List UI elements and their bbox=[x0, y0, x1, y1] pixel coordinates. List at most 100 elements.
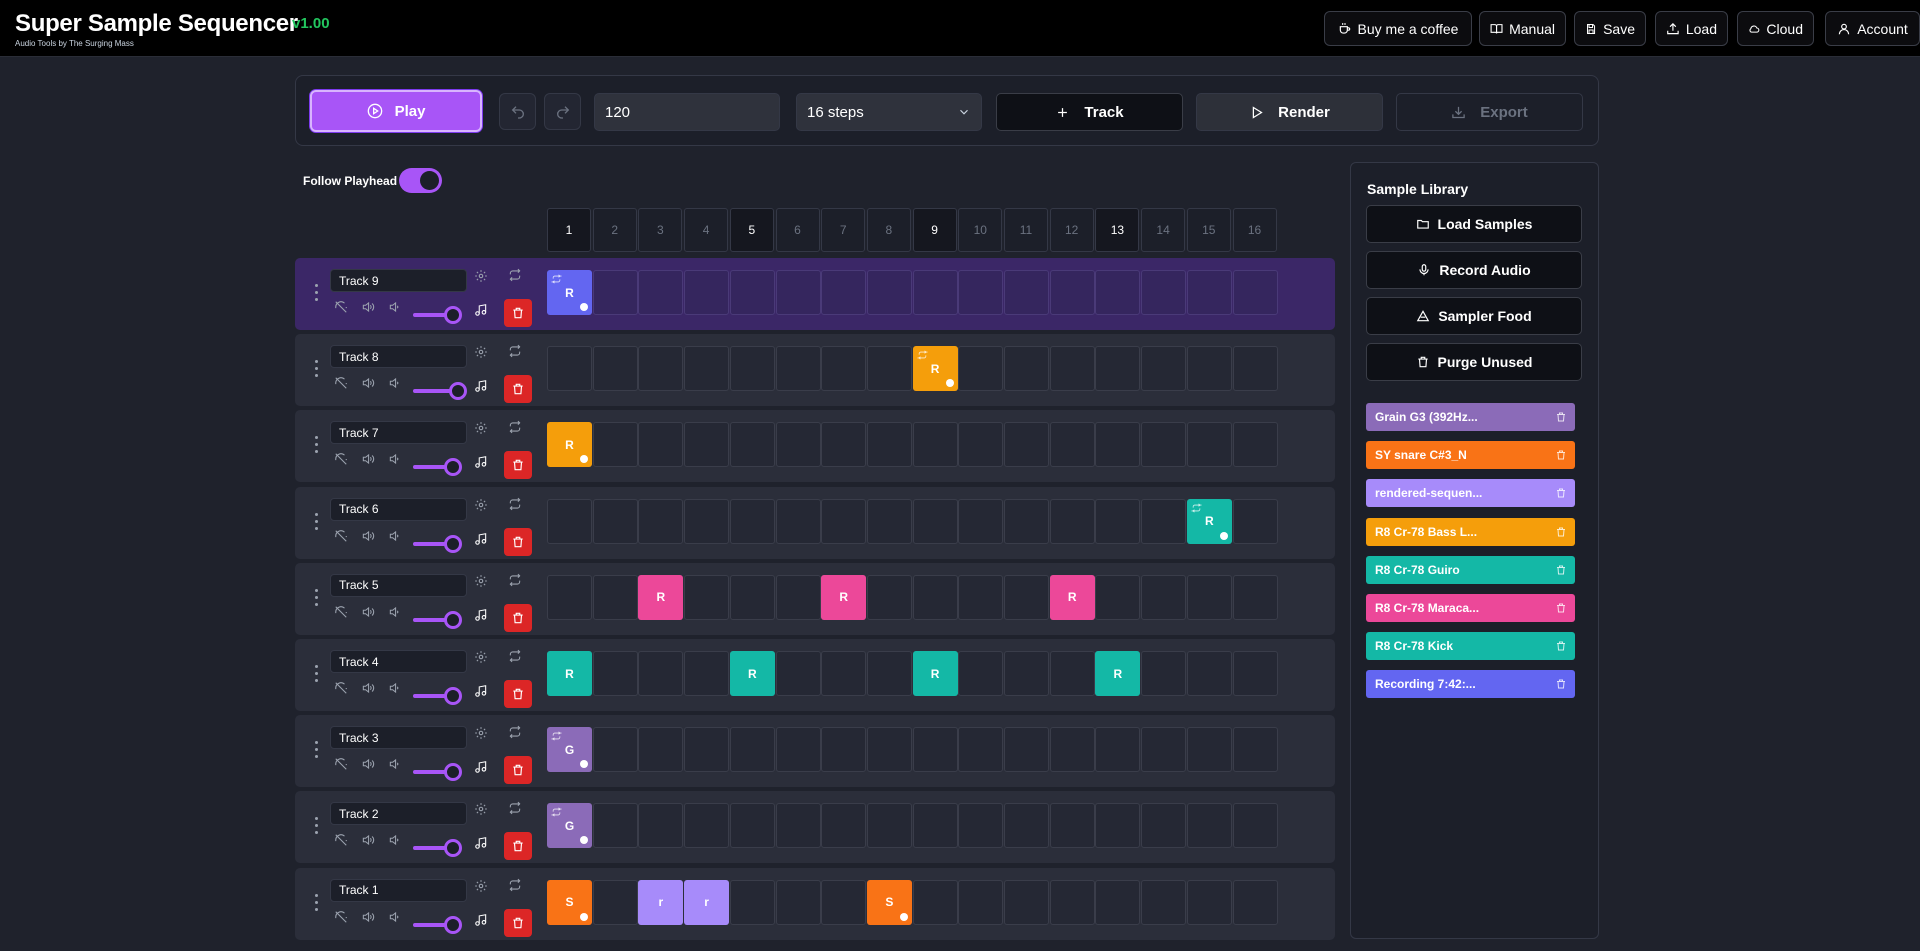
drag-handle-icon[interactable] bbox=[315, 436, 319, 456]
step-cell[interactable] bbox=[1049, 346, 1095, 392]
drag-handle-icon[interactable] bbox=[315, 284, 319, 304]
headphones-off-icon[interactable] bbox=[333, 909, 349, 925]
speaker-icon[interactable] bbox=[360, 375, 376, 391]
step-cell[interactable] bbox=[1004, 498, 1049, 544]
step-cell[interactable] bbox=[1186, 346, 1232, 392]
export-button[interactable]: Export bbox=[1396, 93, 1583, 131]
volume-slider[interactable] bbox=[413, 458, 463, 477]
step-cell[interactable] bbox=[1186, 574, 1232, 620]
volume-slider[interactable] bbox=[413, 687, 463, 705]
music-note-icon[interactable] bbox=[473, 835, 489, 851]
step-cell[interactable] bbox=[729, 346, 775, 392]
music-note-icon[interactable] bbox=[473, 912, 489, 928]
step-cell[interactable] bbox=[638, 651, 684, 696]
track-name-input[interactable] bbox=[330, 345, 467, 369]
step-cell[interactable] bbox=[1049, 879, 1095, 925]
step-cell[interactable] bbox=[775, 727, 821, 773]
step-cell[interactable] bbox=[1186, 270, 1232, 315]
step-cell[interactable] bbox=[592, 651, 638, 696]
step-note[interactable]: S bbox=[547, 879, 592, 925]
step-note[interactable]: r bbox=[638, 879, 684, 925]
step-cell[interactable] bbox=[1141, 574, 1187, 620]
speaker-icon[interactable] bbox=[360, 299, 376, 315]
step-cell[interactable] bbox=[1049, 498, 1095, 544]
manual-button[interactable]: Manual bbox=[1479, 11, 1566, 46]
step-cell[interactable] bbox=[1095, 727, 1141, 773]
step-note[interactable]: R bbox=[1186, 498, 1232, 544]
step-cell[interactable] bbox=[958, 879, 1004, 925]
step-cell[interactable] bbox=[958, 498, 1004, 544]
sample-item[interactable]: rendered-sequen... bbox=[1366, 479, 1575, 508]
loop-icon[interactable] bbox=[507, 343, 523, 359]
music-note-icon[interactable] bbox=[473, 759, 489, 775]
step-cell[interactable] bbox=[958, 727, 1004, 773]
headphones-off-icon[interactable] bbox=[333, 375, 349, 391]
step-note[interactable]: R bbox=[912, 651, 958, 696]
step-cell[interactable] bbox=[1232, 727, 1278, 773]
step-cell[interactable] bbox=[912, 879, 958, 925]
step-cell[interactable] bbox=[1141, 422, 1187, 468]
step-cell[interactable] bbox=[638, 803, 684, 849]
buy-coffee-button[interactable]: Buy me a coffee bbox=[1324, 11, 1472, 46]
load-samples-button[interactable]: Load Samples bbox=[1366, 205, 1582, 243]
loop-icon[interactable] bbox=[507, 724, 523, 740]
step-cell[interactable] bbox=[1095, 803, 1141, 849]
step-cell[interactable] bbox=[684, 727, 730, 773]
loop-icon[interactable] bbox=[507, 267, 523, 283]
step-cell[interactable] bbox=[958, 346, 1004, 392]
step-cell[interactable] bbox=[684, 498, 730, 544]
trash-icon[interactable] bbox=[1555, 526, 1567, 538]
step-cell[interactable] bbox=[1095, 346, 1141, 392]
gear-icon[interactable] bbox=[473, 878, 489, 894]
step-cell[interactable] bbox=[775, 879, 821, 925]
step-cell[interactable] bbox=[1049, 270, 1095, 315]
drag-handle-icon[interactable] bbox=[315, 817, 319, 837]
step-cell[interactable] bbox=[684, 803, 730, 849]
step-note[interactable]: r bbox=[684, 879, 730, 925]
sample-item[interactable]: SY snare C#3_N bbox=[1366, 441, 1575, 470]
step-cell[interactable] bbox=[1004, 270, 1049, 315]
trash-icon[interactable] bbox=[1555, 411, 1567, 423]
music-note-icon[interactable] bbox=[473, 302, 489, 318]
step-cell[interactable] bbox=[592, 574, 638, 620]
track-name-input[interactable] bbox=[330, 269, 467, 292]
step-cell[interactable] bbox=[1004, 574, 1049, 620]
speaker-icon[interactable] bbox=[360, 451, 376, 467]
sampler-food-button[interactable]: Sampler Food bbox=[1366, 297, 1582, 335]
headphones-off-icon[interactable] bbox=[333, 680, 349, 696]
step-cell[interactable] bbox=[1141, 498, 1187, 544]
drag-handle-icon[interactable] bbox=[315, 512, 319, 533]
headphones-off-icon[interactable] bbox=[333, 528, 349, 544]
step-cell[interactable] bbox=[1186, 727, 1232, 773]
volume-slider[interactable] bbox=[413, 610, 463, 629]
track-name-input[interactable] bbox=[330, 726, 467, 750]
step-note[interactable]: R bbox=[1049, 574, 1095, 620]
track-name-input[interactable] bbox=[330, 573, 467, 597]
track-name-input[interactable] bbox=[330, 878, 467, 902]
speaker-icon[interactable] bbox=[360, 604, 376, 620]
headphones-off-icon[interactable] bbox=[333, 832, 349, 848]
drag-handle-icon[interactable] bbox=[315, 741, 319, 761]
step-cell[interactable] bbox=[592, 727, 638, 773]
loop-icon[interactable] bbox=[507, 800, 523, 816]
cloud-button[interactable]: Cloud bbox=[1737, 11, 1814, 46]
gear-icon[interactable] bbox=[473, 344, 489, 360]
step-cell[interactable] bbox=[729, 422, 775, 468]
step-cell[interactable] bbox=[684, 651, 730, 696]
sample-item[interactable]: Grain G3 (392Hz... bbox=[1366, 403, 1575, 431]
step-note[interactable]: R bbox=[821, 574, 867, 620]
step-cell[interactable] bbox=[1095, 879, 1141, 925]
step-cell[interactable] bbox=[1141, 270, 1187, 315]
step-cell[interactable] bbox=[821, 270, 867, 315]
step-cell[interactable] bbox=[821, 879, 867, 925]
headphones-off-icon[interactable] bbox=[333, 451, 349, 467]
steps-select[interactable]: 16 steps bbox=[796, 93, 982, 131]
trash-icon[interactable] bbox=[1555, 640, 1567, 652]
step-cell[interactable] bbox=[1141, 803, 1187, 849]
delete-track-button[interactable] bbox=[504, 451, 532, 480]
step-note[interactable]: G bbox=[547, 803, 592, 849]
step-note[interactable]: R bbox=[547, 422, 592, 468]
step-cell[interactable] bbox=[775, 498, 821, 544]
step-cell[interactable] bbox=[729, 498, 775, 544]
sample-item[interactable]: R8 Cr-78 Guiro bbox=[1366, 555, 1575, 584]
